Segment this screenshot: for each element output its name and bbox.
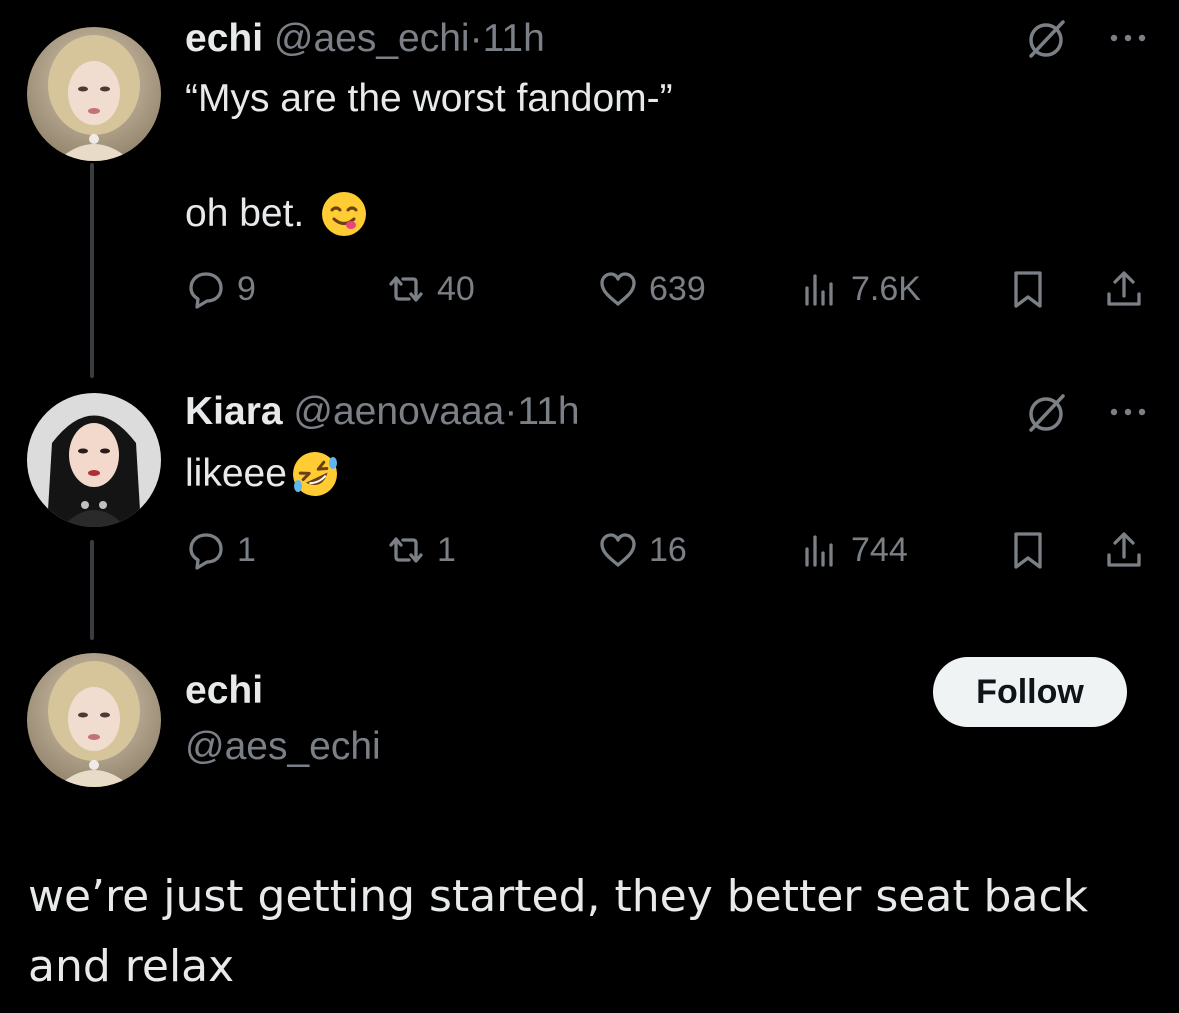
handle[interactable]: @aes_echi [185, 724, 381, 770]
separator-dot: · [469, 17, 483, 60]
share-icon [1103, 268, 1145, 310]
views-count: 744 [851, 530, 908, 569]
views-button[interactable]: 744 [799, 525, 908, 575]
tweet-actions: 9 40 639 7.6K [185, 264, 1145, 314]
thread-line [90, 163, 94, 378]
post-text: we’re just getting started, they better … [28, 871, 1089, 992]
share-button[interactable] [1103, 264, 1145, 314]
reply-icon [185, 529, 227, 571]
reply-count: 1 [237, 530, 256, 569]
handle[interactable]: @aes_echi [274, 17, 470, 60]
reply-button[interactable]: 9 [185, 264, 256, 314]
yum-emoji-icon [320, 190, 368, 238]
bookmark-icon [1007, 529, 1049, 571]
tweet-header: Kiara @aenovaaa·11h [185, 389, 580, 435]
share-button[interactable] [1103, 525, 1145, 575]
repost-count: 40 [437, 269, 475, 308]
repost-icon [385, 529, 427, 571]
tweet-text: likeee [185, 452, 287, 495]
display-name[interactable]: Kiara [185, 390, 283, 433]
like-button[interactable]: 639 [597, 264, 706, 314]
like-icon [597, 529, 639, 571]
views-icon [799, 268, 841, 310]
bookmark-button[interactable] [1007, 525, 1049, 575]
timestamp[interactable]: 11h [517, 390, 579, 433]
like-icon [597, 268, 639, 310]
grok-icon[interactable] [1022, 14, 1070, 62]
rofl-emoji-icon [291, 450, 339, 498]
repost-count: 1 [437, 530, 456, 569]
views-count: 7.6K [851, 269, 921, 308]
like-button[interactable]: 16 [597, 525, 687, 575]
like-count: 16 [649, 530, 687, 569]
repost-button[interactable]: 40 [385, 264, 475, 314]
share-icon [1103, 529, 1145, 571]
tweet-text-line2: oh bet. [185, 192, 305, 235]
more-icon[interactable] [1104, 14, 1152, 62]
views-icon [799, 529, 841, 571]
reply-count: 9 [237, 269, 256, 308]
tweet-actions: 1 1 16 744 [185, 525, 1145, 575]
separator-dot: · [504, 390, 518, 433]
follow-button[interactable]: Follow [933, 657, 1127, 727]
bookmark-button[interactable] [1007, 264, 1049, 314]
more-icon[interactable] [1104, 388, 1152, 436]
avatar-kiara[interactable] [27, 393, 161, 527]
repost-icon [385, 268, 427, 310]
bookmark-icon [1007, 268, 1049, 310]
like-count: 639 [649, 269, 706, 308]
display-name[interactable]: echi [185, 668, 263, 714]
tweet-text-line1: “Mys are the worst fandom-” [185, 77, 673, 120]
avatar-echi[interactable] [27, 27, 161, 161]
grok-icon[interactable] [1022, 388, 1070, 436]
views-button[interactable]: 7.6K [799, 264, 921, 314]
reply-icon [185, 268, 227, 310]
handle[interactable]: @aenovaaa [293, 390, 504, 433]
display-name[interactable]: echi [185, 17, 263, 60]
tweet-header: echi @aes_echi·11h [185, 16, 545, 62]
avatar-echi[interactable] [27, 653, 161, 787]
reply-button[interactable]: 1 [185, 525, 256, 575]
timestamp[interactable]: 11h [483, 17, 545, 60]
repost-button[interactable]: 1 [385, 525, 456, 575]
thread-line [90, 540, 94, 640]
